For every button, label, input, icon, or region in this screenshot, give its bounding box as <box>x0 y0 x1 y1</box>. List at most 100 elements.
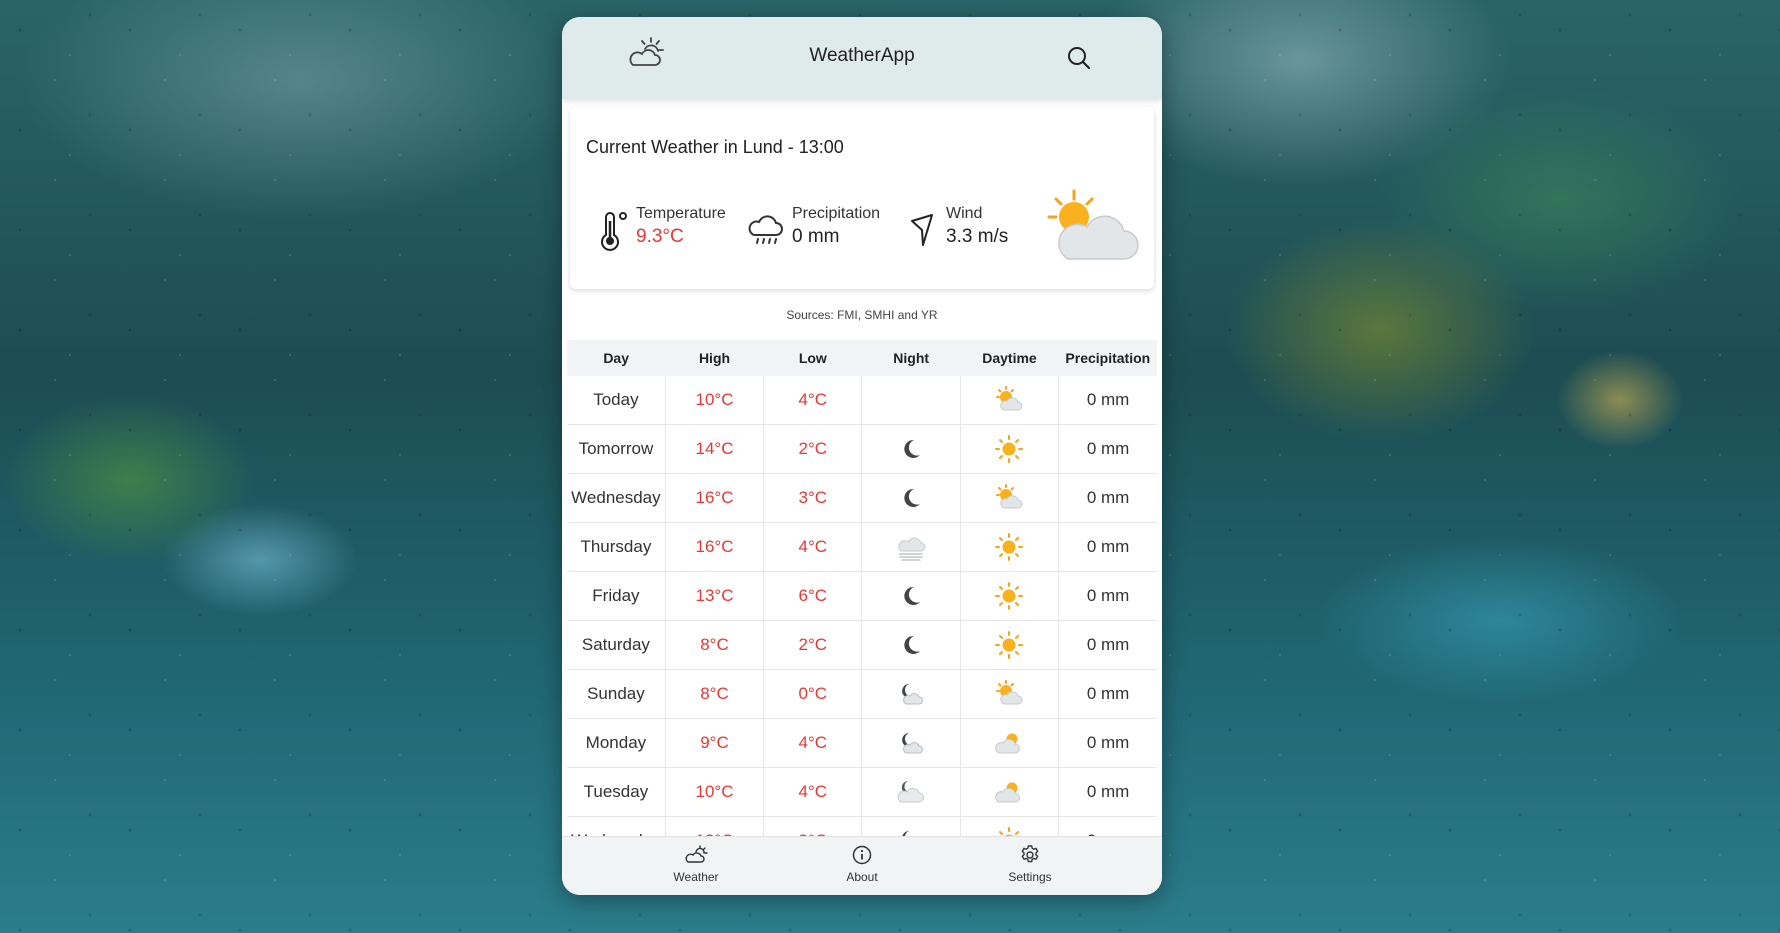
wind-direction-arrow-icon <box>911 214 933 246</box>
header-high: High <box>665 340 764 376</box>
app-bar: WeatherApp <box>562 17 1162 99</box>
forecast-day: Wednesday <box>567 473 666 523</box>
forecast-low: 4°C <box>763 376 863 425</box>
forecast-row: Sunday 8°C 0°C 0 mm <box>567 669 1157 719</box>
forecast-low: 0°C <box>763 669 863 719</box>
forecast-row: Thursday 16°C 4°C 0 mm <box>567 522 1157 572</box>
forecast-high: 8°C <box>665 620 765 670</box>
forecast-night-icon-cell <box>861 767 961 817</box>
nav-settings-label: Settings <box>1008 870 1052 884</box>
forecast-precipitation: 0 mm <box>1058 620 1157 670</box>
nav-weather[interactable]: Weather <box>636 843 756 884</box>
current-weather-card: Current Weather in Lund - 13:00 Temperat… <box>570 107 1154 289</box>
moon-icon <box>904 635 921 654</box>
temperature-value: 9.3°C <box>636 226 684 247</box>
forecast-daytime-icon-cell <box>960 424 1060 474</box>
forecast-daytime-icon-cell <box>960 376 1060 425</box>
precipitation-label: Precipitation <box>792 205 881 222</box>
moon-icon <box>904 439 921 458</box>
main-content[interactable]: Current Weather in Lund - 13:00 Temperat… <box>562 99 1162 853</box>
header-precipitation: Precipitation <box>1058 340 1157 376</box>
bottom-navigation: Weather About Settings <box>562 836 1162 895</box>
forecast-low: 2°C <box>763 424 863 474</box>
sun-icon <box>995 582 1024 610</box>
forecast-high: 16°C <box>665 522 765 572</box>
forecast-low: 3°C <box>763 473 863 523</box>
forecast-low: 4°C <box>763 767 863 817</box>
forecast-row: Monday 9°C 4°C 0 mm <box>567 718 1157 768</box>
sun-icon <box>995 533 1024 561</box>
sources-note: Sources: FMI, SMHI and YR <box>786 308 938 322</box>
forecast-night-icon-cell <box>861 620 961 670</box>
nav-about[interactable]: About <box>802 843 922 884</box>
forecast-row: Saturday 8°C 2°C 0 mm <box>567 620 1157 670</box>
search-icon[interactable] <box>1062 41 1096 75</box>
forecast-daytime-icon-cell <box>960 767 1060 817</box>
temperature-metric: Temperature 9.3°C <box>598 205 738 255</box>
forecast-row: Today 10°C 4°C 0 mm <box>567 376 1157 425</box>
moon-cloud-light-icon <box>897 781 925 803</box>
forecast-precipitation: 0 mm <box>1058 718 1157 768</box>
weather-icon <box>685 845 708 863</box>
forecast-day: Today <box>567 376 666 425</box>
header-night: Night <box>861 340 961 376</box>
forecast-row: Tuesday 10°C 4°C 0 mm <box>567 767 1157 817</box>
forecast-high: 16°C <box>665 473 765 523</box>
forecast-precipitation: 0 mm <box>1058 424 1157 474</box>
forecast-day: Tomorrow <box>567 424 666 474</box>
partly-cloudy-sun-icon <box>1047 189 1139 260</box>
partly-cloudy-icon <box>996 386 1023 411</box>
forecast-high: 13°C <box>665 571 765 621</box>
forecast-night-icon-cell <box>861 473 961 523</box>
forecast-day: Saturday <box>567 620 666 670</box>
wind-label: Wind <box>946 205 983 222</box>
precipitation-metric: Precipitation 0 mm <box>748 205 908 255</box>
forecast-header-row: Day High Low Night Daytime Precipitation <box>567 340 1157 376</box>
forecast-row: Wednesday 16°C 3°C 0 mm <box>567 473 1157 523</box>
forecast-day: Sunday <box>567 669 666 719</box>
header-daytime: Daytime <box>960 340 1059 376</box>
current-weather-heading: Current Weather in Lund - 13:00 <box>586 137 844 157</box>
gear-icon <box>1021 845 1039 863</box>
moon-icon <box>904 488 921 507</box>
header-day: Day <box>567 340 666 376</box>
sun-cloud-icon <box>995 733 1021 754</box>
forecast-day: Friday <box>567 571 666 621</box>
nav-about-label: About <box>846 870 878 884</box>
forecast-night-icon-cell <box>861 376 961 425</box>
forecast-daytime-icon-cell <box>960 669 1060 719</box>
nav-settings[interactable]: Settings <box>970 843 1090 884</box>
forecast-daytime-icon-cell <box>960 620 1060 670</box>
rain-cloud-icon <box>748 215 783 244</box>
forecast-day: Monday <box>567 718 666 768</box>
sun-icon <box>995 631 1024 659</box>
forecast-precipitation: 0 mm <box>1058 571 1157 621</box>
app-window: WeatherApp Current Weather in Lund - 13:… <box>562 17 1162 895</box>
forecast-precipitation: 0 mm <box>1058 669 1157 719</box>
fog-icon <box>898 537 926 561</box>
sun-cloud-icon <box>995 782 1021 803</box>
forecast-low: 2°C <box>763 620 863 670</box>
wind-value: 3.3 m/s <box>946 226 1009 247</box>
forecast-night-icon-cell <box>861 669 961 719</box>
forecast-low: 6°C <box>763 571 863 621</box>
forecast-daytime-icon-cell <box>960 718 1060 768</box>
forecast-night-icon-cell <box>861 424 961 474</box>
thermometer-icon <box>601 212 627 251</box>
forecast-precipitation: 0 mm <box>1058 522 1157 572</box>
forecast-precipitation: 0 mm <box>1058 767 1157 817</box>
moon-cloud-icon <box>902 684 924 705</box>
partly-cloudy-icon <box>996 680 1023 705</box>
forecast-high: 8°C <box>665 669 765 719</box>
forecast-daytime-icon-cell <box>960 522 1060 572</box>
forecast-high: 14°C <box>665 424 765 474</box>
forecast-night-icon-cell <box>861 522 961 572</box>
forecast-daytime-icon-cell <box>960 571 1060 621</box>
forecast-daytime-icon-cell <box>960 473 1060 523</box>
forecast-high: 9°C <box>665 718 765 768</box>
forecast-row: Tomorrow 14°C 2°C 0 mm <box>567 424 1157 474</box>
forecast-table: Day High Low Night Daytime Precipitation… <box>567 340 1157 853</box>
forecast-row: Friday 13°C 6°C 0 mm <box>567 571 1157 621</box>
forecast-night-icon-cell <box>861 571 961 621</box>
moon-icon <box>904 586 921 605</box>
